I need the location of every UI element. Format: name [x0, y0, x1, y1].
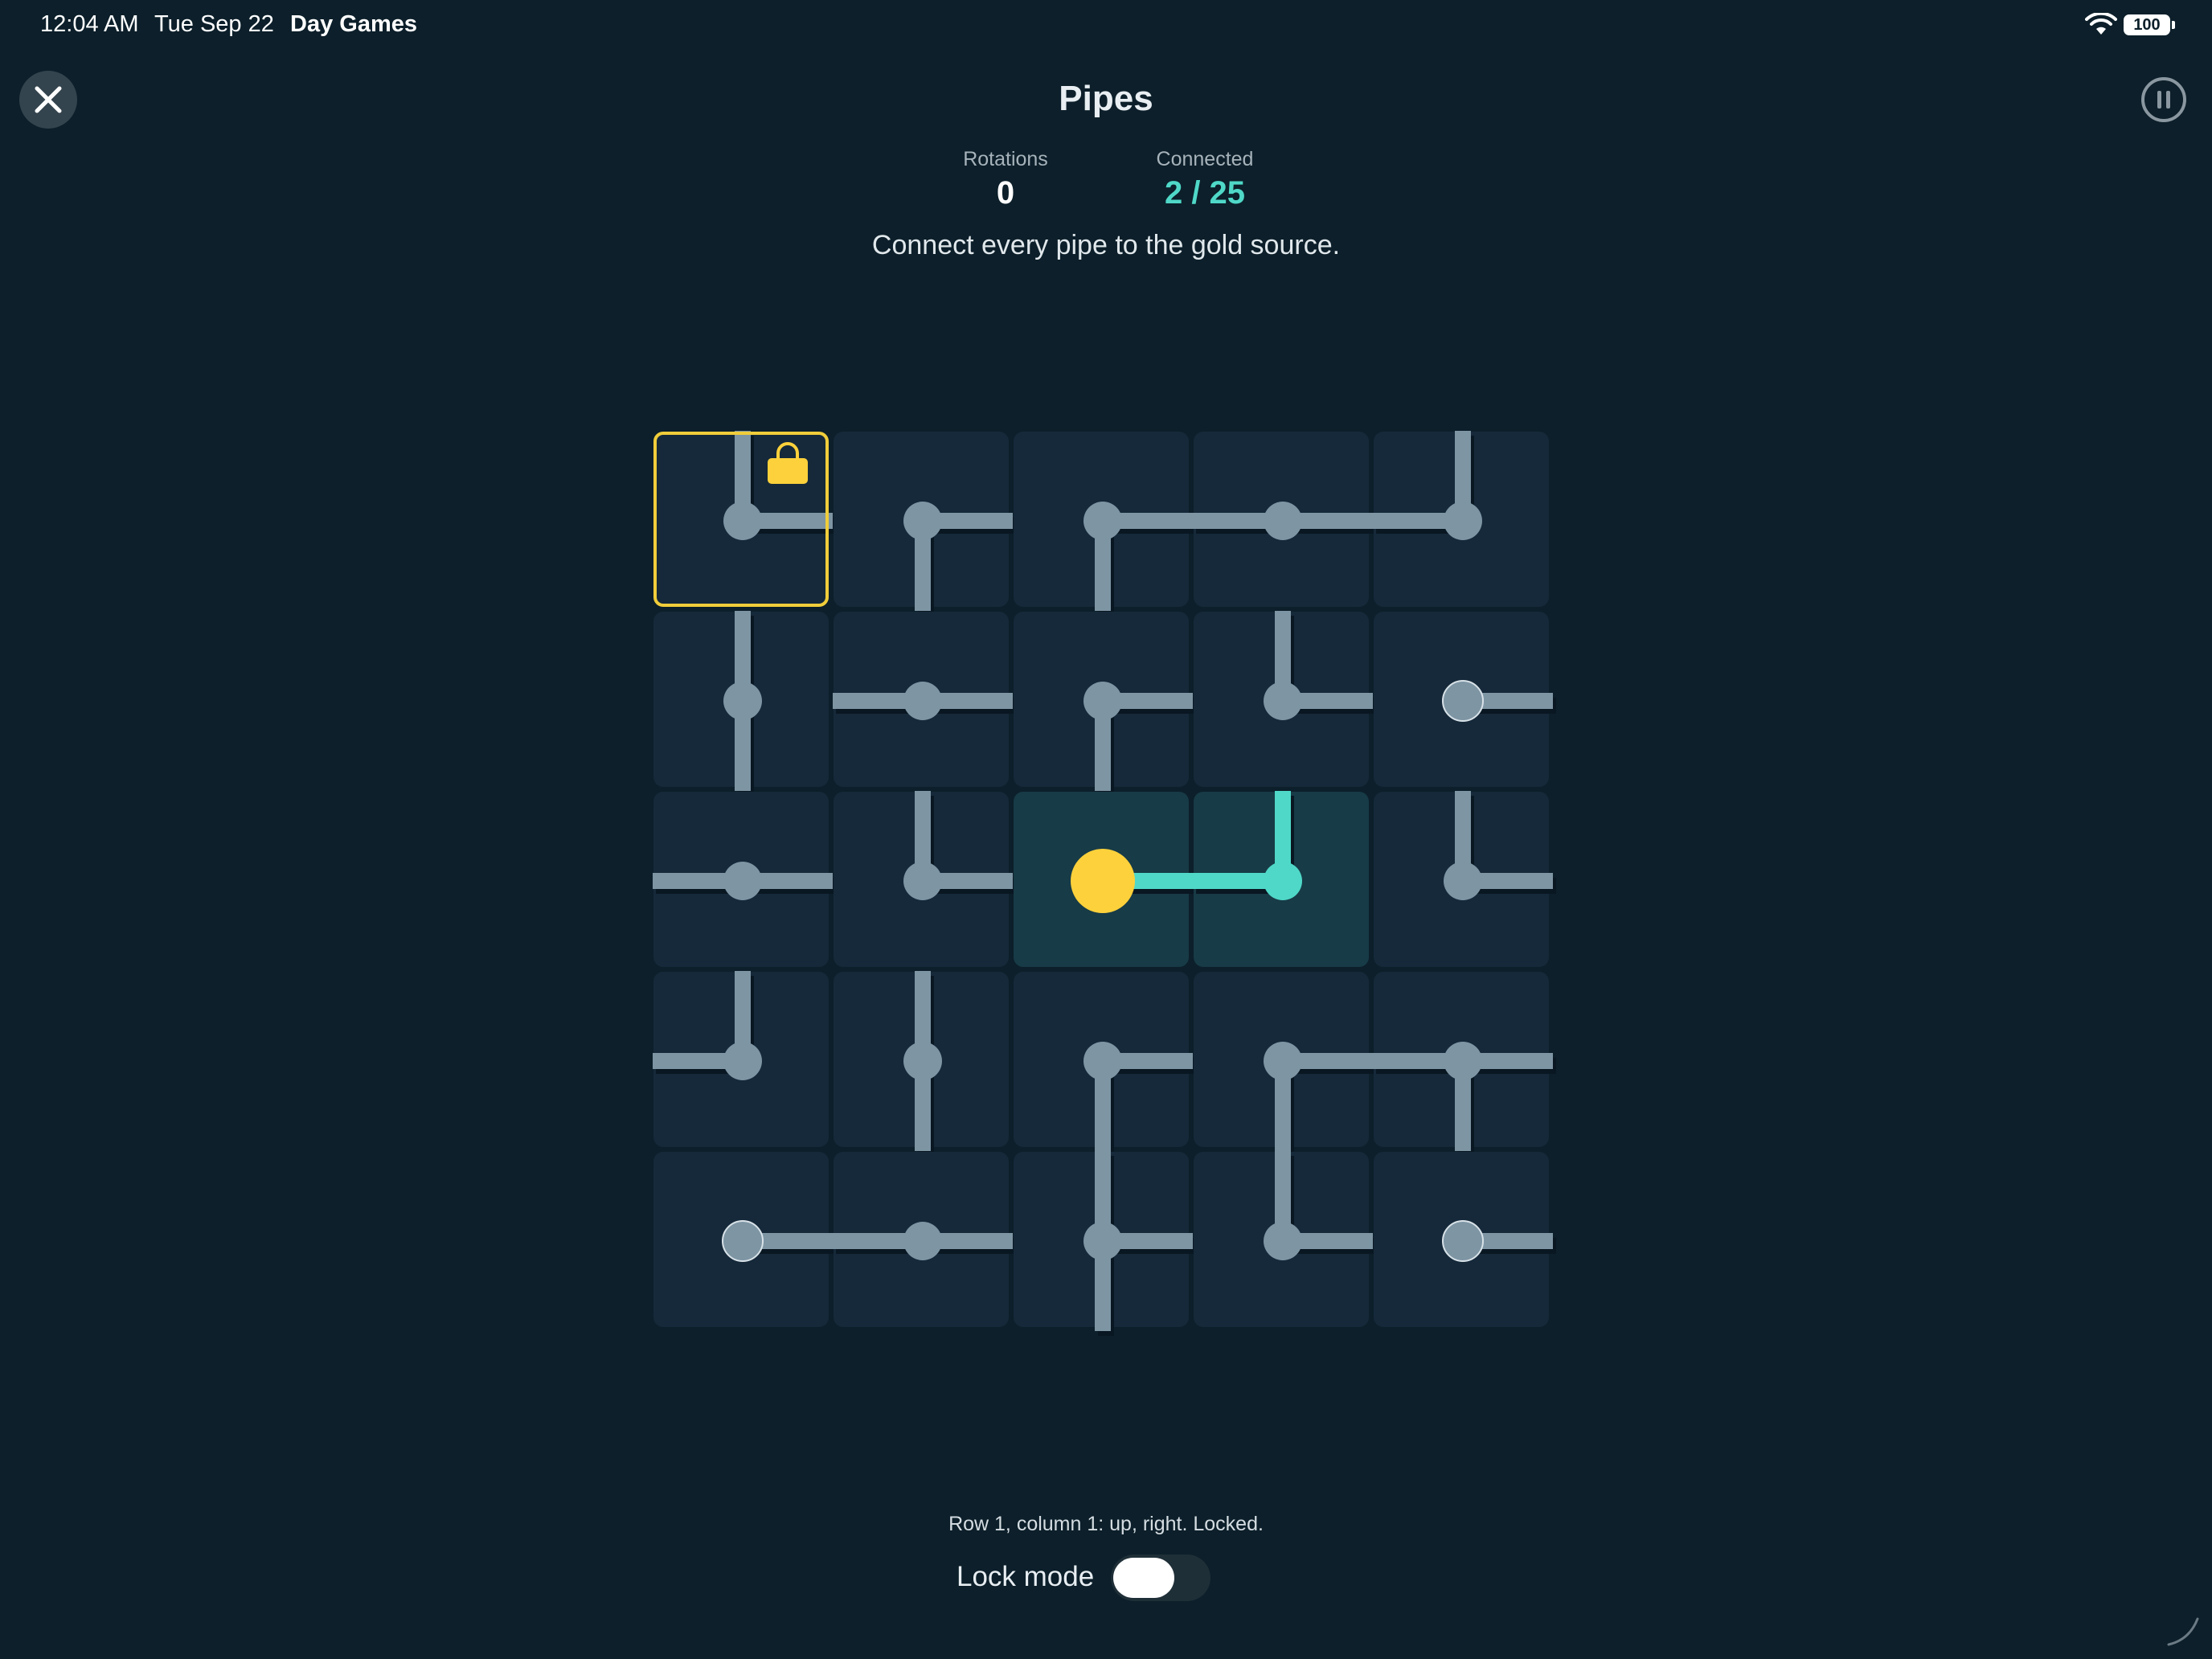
connected-label: Connected	[1156, 148, 1254, 170]
pipe-tile[interactable]	[1014, 432, 1196, 616]
pipe-tile[interactable]	[1014, 972, 1196, 1156]
junction-node	[723, 1042, 762, 1080]
pipe-tile[interactable]	[1014, 612, 1196, 796]
junction-node	[903, 862, 942, 900]
status-app-name: Day Games	[290, 11, 417, 37]
endpoint-node	[722, 1220, 764, 1262]
junction-node	[903, 682, 942, 720]
pipe-tile[interactable]	[653, 792, 836, 967]
pipe-tile[interactable]	[834, 971, 1009, 1156]
junction-node	[1444, 502, 1482, 540]
rotations-label: Rotations	[963, 148, 1048, 170]
source-node	[1071, 849, 1135, 913]
pipe-tile[interactable]	[1193, 432, 1376, 607]
endpoint-node	[1442, 680, 1484, 722]
pipe-tile[interactable]	[834, 791, 1016, 967]
pipe-tile[interactable]	[1194, 972, 1376, 1156]
toggle-knob	[1113, 1558, 1174, 1598]
battery-level: 100	[2133, 16, 2161, 34]
pipe-tile[interactable]	[653, 971, 829, 1147]
battery-icon: 100	[2124, 14, 2170, 35]
junction-node	[1444, 1042, 1482, 1080]
pipe-tile[interactable]	[1373, 972, 1556, 1156]
junction-node	[723, 682, 762, 720]
focus-hint: Row 1, column 1: up, right. Locked.	[948, 1513, 1264, 1535]
pipe-tile[interactable]	[1373, 431, 1549, 607]
junction-node	[1264, 1042, 1302, 1080]
pipe-tile[interactable]	[1014, 792, 1196, 967]
resize-handle-icon	[2167, 1617, 2199, 1646]
junction-node	[1264, 502, 1302, 540]
pipe-tile[interactable]	[1374, 1152, 1556, 1327]
pipe-tile[interactable]	[1194, 1151, 1376, 1327]
junction-node	[903, 1222, 942, 1260]
lock-mode-label: Lock mode	[956, 1561, 1095, 1592]
pipe-tile[interactable]	[1193, 791, 1369, 967]
junction-node	[1083, 502, 1122, 540]
rotations-value: 0	[996, 175, 1015, 211]
status-time: 12:04 AM	[40, 11, 139, 37]
pipe-tile[interactable]	[653, 611, 829, 796]
instruction-text: Connect every pipe to the gold source.	[871, 230, 1341, 260]
endpoint-node	[1442, 1220, 1484, 1262]
junction-node	[903, 502, 942, 540]
pipe-tile[interactable]	[833, 612, 1016, 787]
pipe-tile[interactable]	[1374, 612, 1556, 787]
pipe-tile[interactable]	[833, 1152, 1016, 1327]
junction-node	[1264, 682, 1302, 720]
junction-node	[1083, 682, 1122, 720]
lock-mode-toggle[interactable]	[1111, 1555, 1210, 1601]
junction-node	[723, 502, 762, 540]
status-bar: 12:04 AM Tue Sep 22 Day Games 100	[0, 0, 2212, 51]
wifi-icon	[2085, 13, 2117, 35]
pipe-tile[interactable]	[1374, 791, 1556, 967]
lock-icon	[768, 458, 808, 484]
connected-value: 2 / 25	[1164, 175, 1246, 211]
battery-cap	[2172, 21, 2175, 29]
pipe-tile[interactable]	[1014, 1151, 1196, 1336]
pipe-board	[653, 431, 1561, 1339]
board-svg	[653, 431, 1556, 1336]
pipe-tile[interactable]	[1194, 611, 1376, 787]
junction-node	[1083, 1042, 1122, 1080]
pipe-tile[interactable]	[653, 1152, 836, 1327]
pipe-tile[interactable]	[834, 432, 1016, 616]
junction-node	[1083, 1222, 1122, 1260]
junction-node	[903, 1042, 942, 1080]
pipe-tile[interactable]	[653, 431, 836, 607]
junction-node	[1264, 862, 1302, 900]
junction-node	[723, 862, 762, 900]
status-date: Tue Sep 22	[154, 11, 274, 37]
junction-node	[1264, 1222, 1302, 1260]
junction-node	[1444, 862, 1482, 900]
page-title: Pipes	[1059, 79, 1153, 118]
